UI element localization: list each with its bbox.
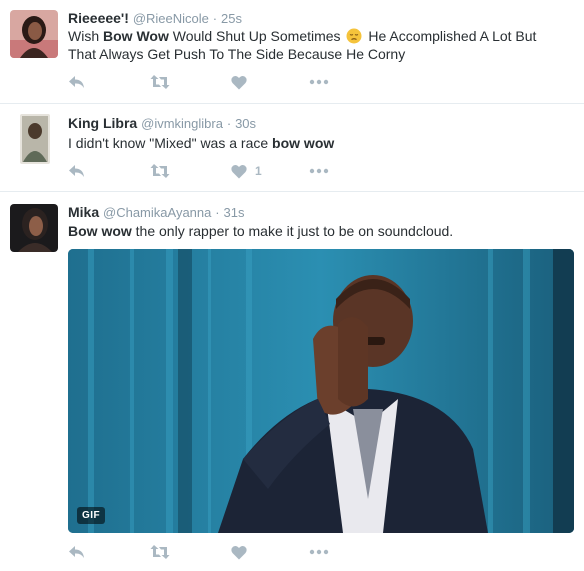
more-dots-icon — [309, 168, 329, 174]
more-button[interactable] — [309, 161, 329, 181]
tweet-actions — [68, 542, 368, 562]
retweet-button[interactable] — [150, 72, 170, 92]
text-highlight: Bow Wow — [103, 28, 169, 44]
retweet-button[interactable] — [150, 161, 170, 181]
reply-icon — [68, 74, 86, 90]
separator-dot: · — [226, 116, 232, 131]
more-button[interactable] — [309, 542, 329, 562]
display-name[interactable]: King Libra — [68, 115, 137, 131]
gif-media[interactable]: GIF — [68, 249, 574, 533]
user-handle[interactable]: @RieeNicole — [133, 11, 209, 26]
more-button[interactable] — [309, 72, 329, 92]
heart-icon — [231, 545, 247, 560]
reply-icon — [68, 163, 86, 179]
tweet-text: Wish Bow Wow Would Shut Up Sometimes He … — [68, 27, 558, 63]
text-segment: I didn't know "Mixed" was a race — [68, 135, 273, 151]
reply-button[interactable] — [68, 542, 86, 562]
tweet[interactable]: Rieeeee'! @RieeNicole · 25s Wish Bow Wow… — [0, 0, 584, 103]
like-button[interactable] — [231, 542, 247, 562]
tweet-actions — [68, 72, 368, 92]
retweet-button[interactable] — [150, 542, 170, 562]
user-handle[interactable]: @ChamikaAyanna — [103, 205, 211, 220]
user-handle[interactable]: @ivmkinglibra — [141, 116, 223, 131]
timestamp[interactable]: 25s — [221, 11, 242, 26]
text-segment: Wish — [68, 28, 103, 44]
heart-icon — [231, 164, 247, 179]
display-name[interactable]: Rieeeee'! — [68, 10, 129, 26]
more-dots-icon — [309, 549, 329, 555]
reply-button[interactable] — [68, 161, 86, 181]
tweet-actions: 1 — [68, 161, 368, 181]
text-segment: Would Shut Up Sometimes — [168, 28, 345, 44]
separator-dot: · — [215, 205, 220, 220]
avatar[interactable] — [10, 204, 58, 252]
retweet-icon — [150, 544, 170, 560]
tweet-text: Bow wow the only rapper to make it just … — [68, 222, 568, 240]
reply-icon — [68, 544, 86, 560]
gif-frame — [68, 249, 574, 533]
tweet[interactable]: King Libra @ivmkinglibra · 30s I didn't … — [0, 103, 584, 191]
timestamp[interactable]: 31s — [224, 205, 245, 220]
display-name[interactable]: Mika — [68, 204, 99, 220]
avatar[interactable] — [10, 10, 58, 58]
avatar[interactable] — [20, 114, 50, 164]
text-segment: the only rapper to make it just to be on… — [131, 223, 454, 239]
like-count: 1 — [255, 164, 262, 178]
timestamp[interactable]: 30s — [235, 116, 256, 131]
pensive-face-icon — [346, 28, 362, 44]
heart-icon — [231, 75, 247, 90]
more-dots-icon — [309, 79, 329, 85]
tweet-text: I didn't know "Mixed" was a race bow wow — [68, 134, 568, 152]
like-button[interactable]: 1 — [231, 161, 262, 181]
retweet-icon — [150, 163, 170, 179]
separator-dot: · — [212, 11, 218, 26]
like-button[interactable] — [231, 72, 247, 92]
text-highlight: Bow wow — [68, 223, 132, 239]
gif-badge: GIF — [77, 507, 106, 524]
reply-button[interactable] — [68, 72, 86, 92]
retweet-icon — [150, 74, 170, 90]
tweet[interactable]: Mika @ChamikaAyanna · 31s Bow wow the on… — [0, 191, 584, 571]
text-highlight: bow wow — [272, 135, 335, 151]
